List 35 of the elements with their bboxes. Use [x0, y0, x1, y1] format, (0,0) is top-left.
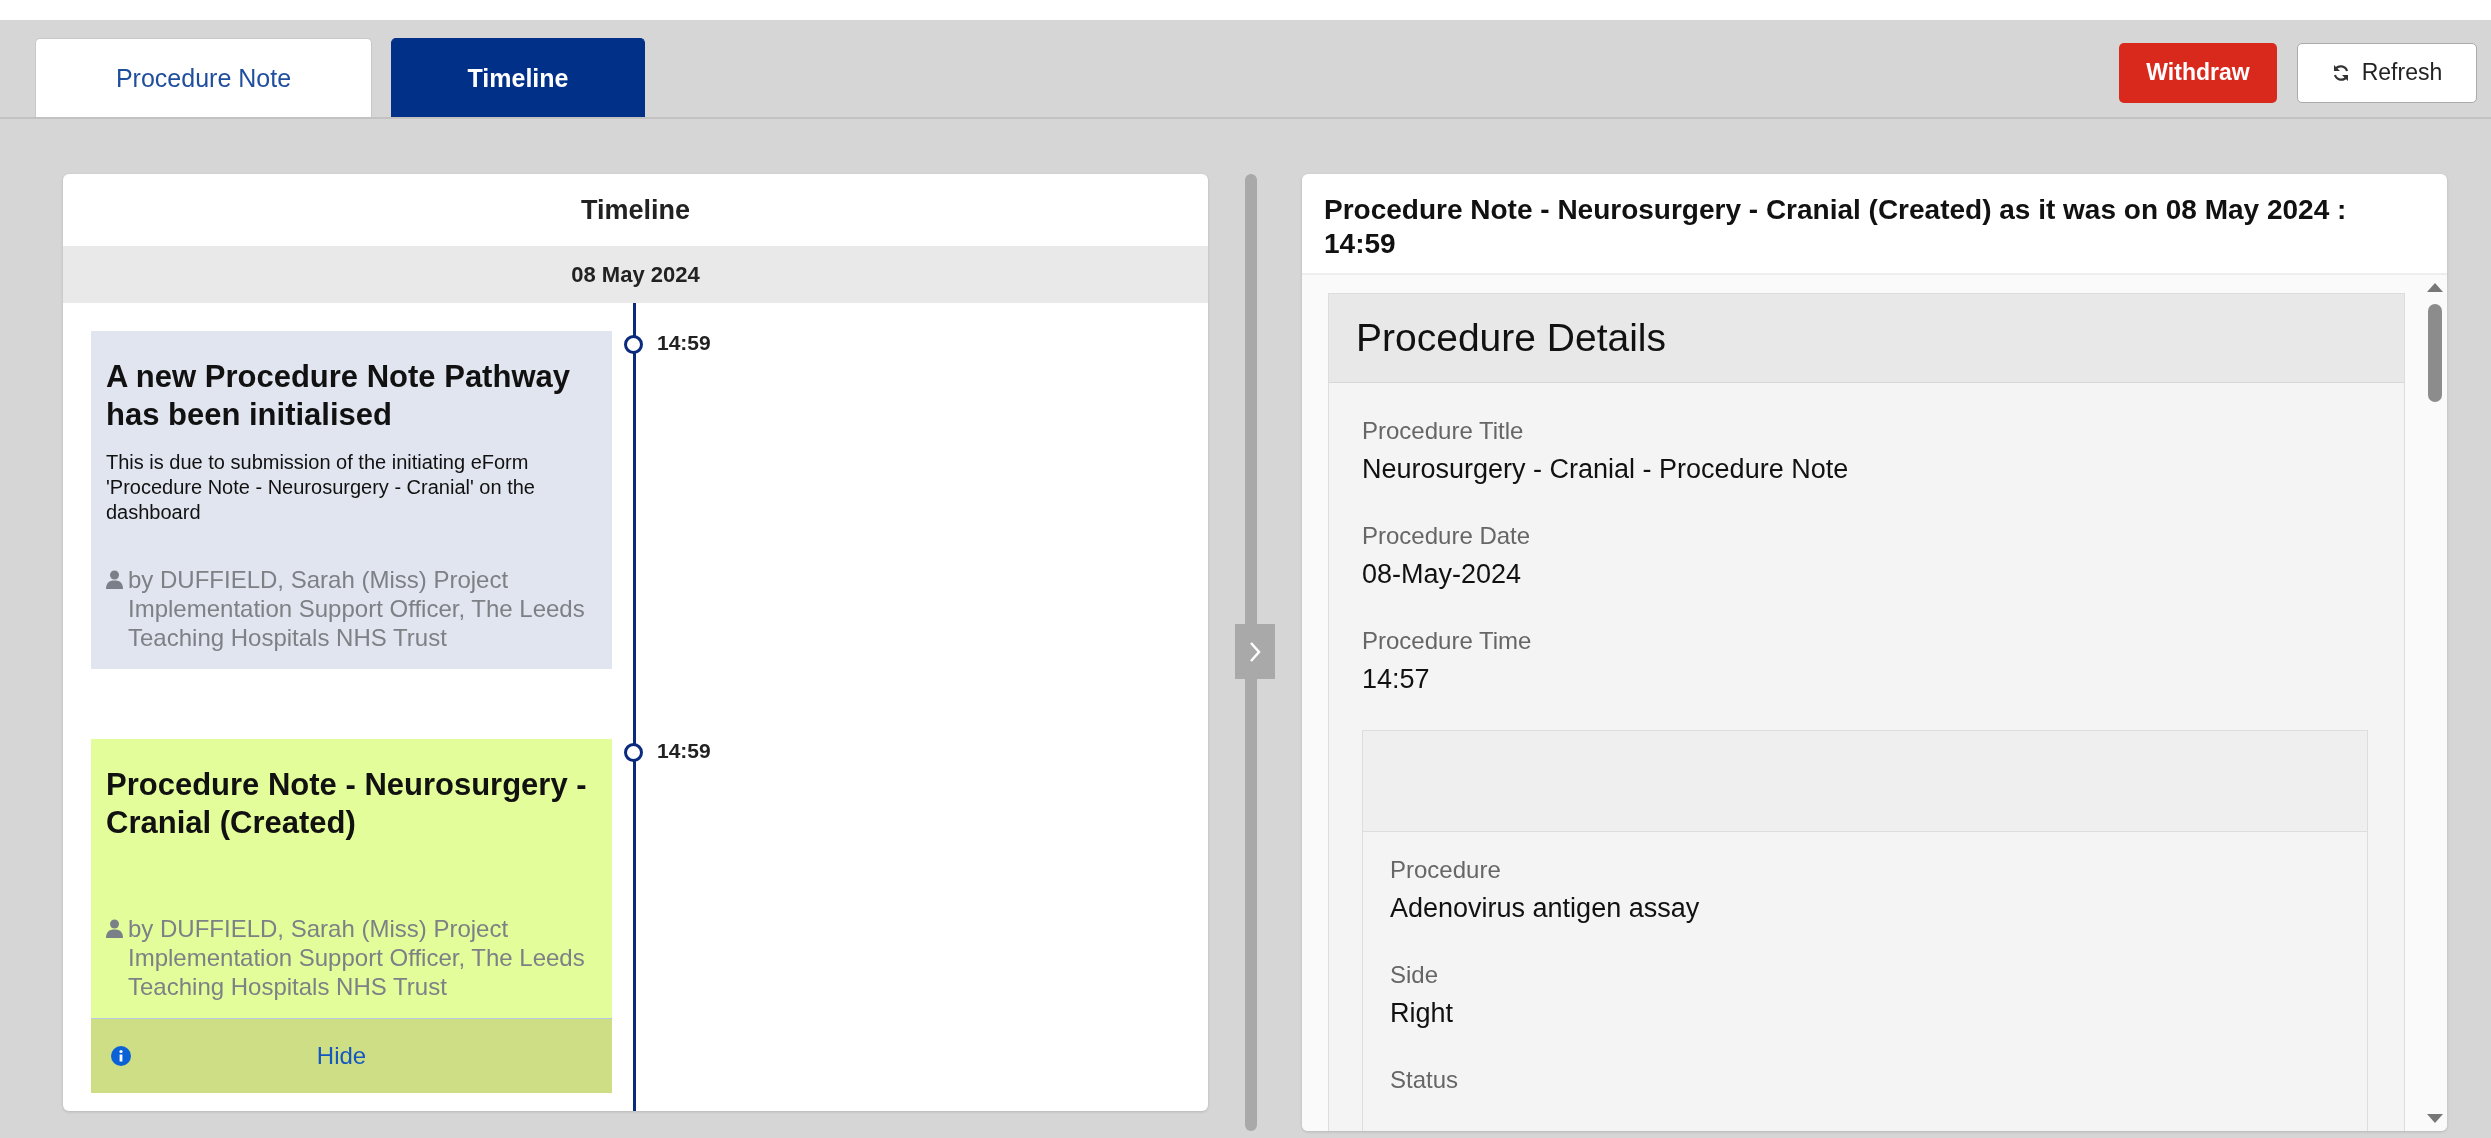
field-label: Procedure Time	[1362, 626, 1533, 656]
field-value: 14:57	[1362, 663, 1431, 696]
timeline-node	[624, 335, 643, 354]
person-icon	[106, 919, 123, 938]
splitter-handle[interactable]	[1245, 174, 1257, 1131]
event-author: by DUFFIELD, Sarah (Miss) Project Implementation Support Officer, The Leeds Teaching Hospitals NHS Trust	[128, 565, 586, 652]
expand-button[interactable]	[1235, 624, 1275, 679]
tab[interactable]: Timeline	[391, 38, 645, 117]
refresh-button[interactable]: Refresh	[2297, 42, 2477, 103]
section-title: Procedure Details	[1329, 294, 2404, 383]
field-label: Procedure Date	[1362, 521, 1532, 551]
field-value: Right	[1390, 997, 1455, 1030]
field-label: Side	[1390, 960, 1440, 990]
person-icon	[106, 570, 123, 589]
panel-title: Procedure Note - Neurosurgery - Cranial (Created) as it was on 08 May 2024 : 14:59	[1323, 193, 2348, 261]
event-author: by DUFFIELD, Sarah (Miss) Project Implementation Support Officer, The Leeds Teaching Hospitals NHS Trust	[128, 914, 586, 1001]
event-time: 14:59	[657, 331, 711, 355]
tab[interactable]: Procedure Note	[35, 38, 372, 117]
field-label: Procedure Title	[1362, 416, 1525, 446]
event-description: This is due to submission of the initiating eForm 'Procedure Note - Neurosurgery - Cranial' on the dashboard	[106, 450, 536, 525]
hide-link[interactable]: Hide	[131, 1042, 552, 1070]
field-value: Neurosurgery - Cranial - Procedure Note	[1362, 453, 1850, 486]
date-header: 08 May 2024	[63, 246, 1208, 303]
field-value: Adenovirus antigen assay	[1390, 892, 1701, 925]
refresh-icon	[2331, 63, 2350, 82]
event-title: A new Procedure Note Pathway has been initialised	[106, 358, 571, 434]
info-icon	[111, 1046, 131, 1066]
event-time: 14:59	[657, 739, 711, 763]
withdraw-button[interactable]: Withdraw	[2119, 42, 2277, 103]
field-label: Procedure	[1390, 855, 1502, 885]
field-value: 08-May-2024	[1362, 558, 1523, 591]
panel-title: Timeline	[579, 193, 691, 227]
field-label: Status	[1390, 1065, 1460, 1095]
timeline-node	[624, 743, 643, 762]
event-title: Procedure Note - Neurosurgery - Cranial (Created)	[106, 766, 588, 842]
